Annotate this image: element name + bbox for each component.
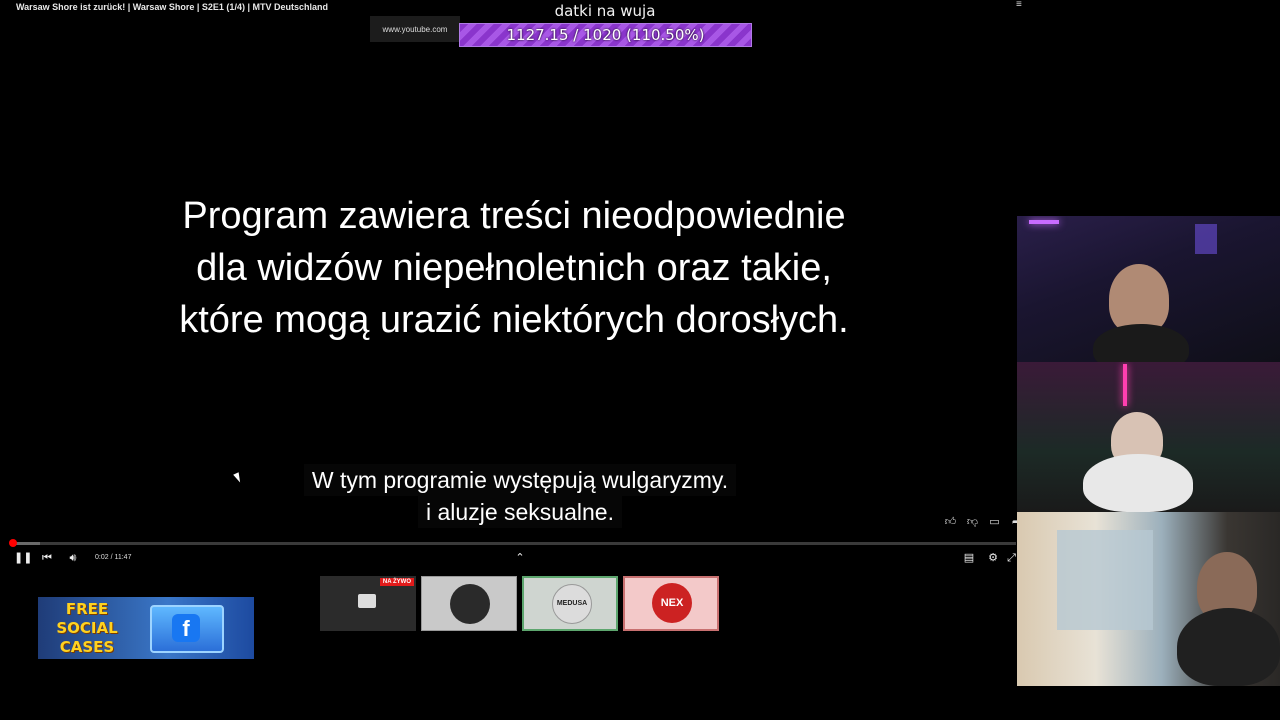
fullscreen-icon[interactable]: ⤢: [1007, 550, 1016, 566]
channel-thumbnail[interactable]: NEX: [623, 576, 719, 631]
progress-scrubber[interactable]: [9, 539, 18, 547]
promo-text: FREE SOCIAL CASES: [44, 600, 130, 657]
video-title[interactable]: Warsaw Shore ist zurück! | Warsaw Shore …: [16, 2, 328, 12]
stream-thumbnail[interactable]: NA ŻYWO: [320, 576, 416, 631]
promo-banner[interactable]: FREE SOCIAL CASES f: [38, 597, 254, 659]
warning-line: które mogą urazić niektórych dorosłych.: [179, 299, 849, 341]
volume-icon[interactable]: 🔊︎: [66, 550, 80, 566]
time-display: 0:02 / 11:47: [95, 554, 132, 561]
subtitle-line: W tym programie występują wulgaryzmy.: [303, 464, 737, 496]
chat-icon[interactable]: ▭: [988, 516, 1001, 529]
webcam-feed: [1017, 216, 1280, 362]
promo-line: CASES: [59, 638, 115, 656]
pause-icon[interactable]: ❚❚: [14, 550, 32, 566]
channel-thumbnail[interactable]: [421, 576, 517, 631]
warning-line: Program zawiera treści nieodpowiednie: [182, 195, 846, 237]
channel-avatar: NEX: [652, 583, 692, 623]
player-controls: ❚❚ ⏮︎ 🔊︎ 0:02 / 11:47 ⌃ ▤ ⚙︎ ⤢: [10, 550, 1016, 568]
donation-goal-title: datki na wuja: [554, 2, 656, 20]
promo-line: SOCIAL: [56, 619, 118, 637]
neon-light: [1123, 364, 1127, 406]
settings-icon[interactable]: ⚙︎: [986, 550, 1000, 566]
channel-avatar: MEDUSA: [552, 584, 592, 624]
captions-icon[interactable]: ▤: [962, 550, 976, 566]
webcam-feed: [1017, 362, 1280, 512]
streamer-body: [1093, 324, 1189, 362]
screen-icon: [358, 594, 376, 608]
window-view: [1057, 530, 1153, 630]
wall-light: [1195, 224, 1217, 254]
video-actions: 👍︎ 👎︎ ▭ ➦: [944, 516, 1023, 529]
url-chip: www.youtube.com: [370, 16, 460, 42]
mouse-cursor: [233, 472, 243, 484]
warning-line: dla widzów niepełnoletnich oraz takie,: [196, 247, 832, 289]
playlist-icon[interactable]: ≡: [1016, 0, 1028, 10]
webcam-feed: [1017, 512, 1280, 686]
chevron-up-icon[interactable]: ⌃: [513, 550, 527, 566]
promo-line: FREE: [65, 600, 109, 618]
streamer-body: [1083, 454, 1193, 512]
thumbs-up-icon[interactable]: 👍︎: [944, 516, 957, 529]
subtitle-line: i aluzje seksualne.: [418, 496, 622, 528]
channel-thumbnail[interactable]: MEDUSA: [522, 576, 618, 631]
previous-icon[interactable]: ⏮︎: [40, 550, 54, 566]
channel-avatar: [450, 584, 490, 624]
donation-goal-bar: 1127.15 / 1020 (110.50%): [459, 23, 752, 47]
subtitles: W tym programie występują wulgaryzmy. i …: [275, 464, 765, 528]
facebook-icon: f: [172, 614, 200, 642]
live-badge: NA ŻYWO: [379, 578, 414, 586]
streamer-body: [1177, 608, 1280, 686]
thumbs-down-icon[interactable]: 👎︎: [966, 516, 979, 529]
content-warning: Program zawiera treści nieodpowiednie dl…: [110, 190, 918, 346]
video-progress-bar[interactable]: [9, 539, 1016, 547]
donation-goal-text: 1127.15 / 1020 (110.50%): [506, 26, 705, 44]
neon-light: [1029, 220, 1059, 224]
